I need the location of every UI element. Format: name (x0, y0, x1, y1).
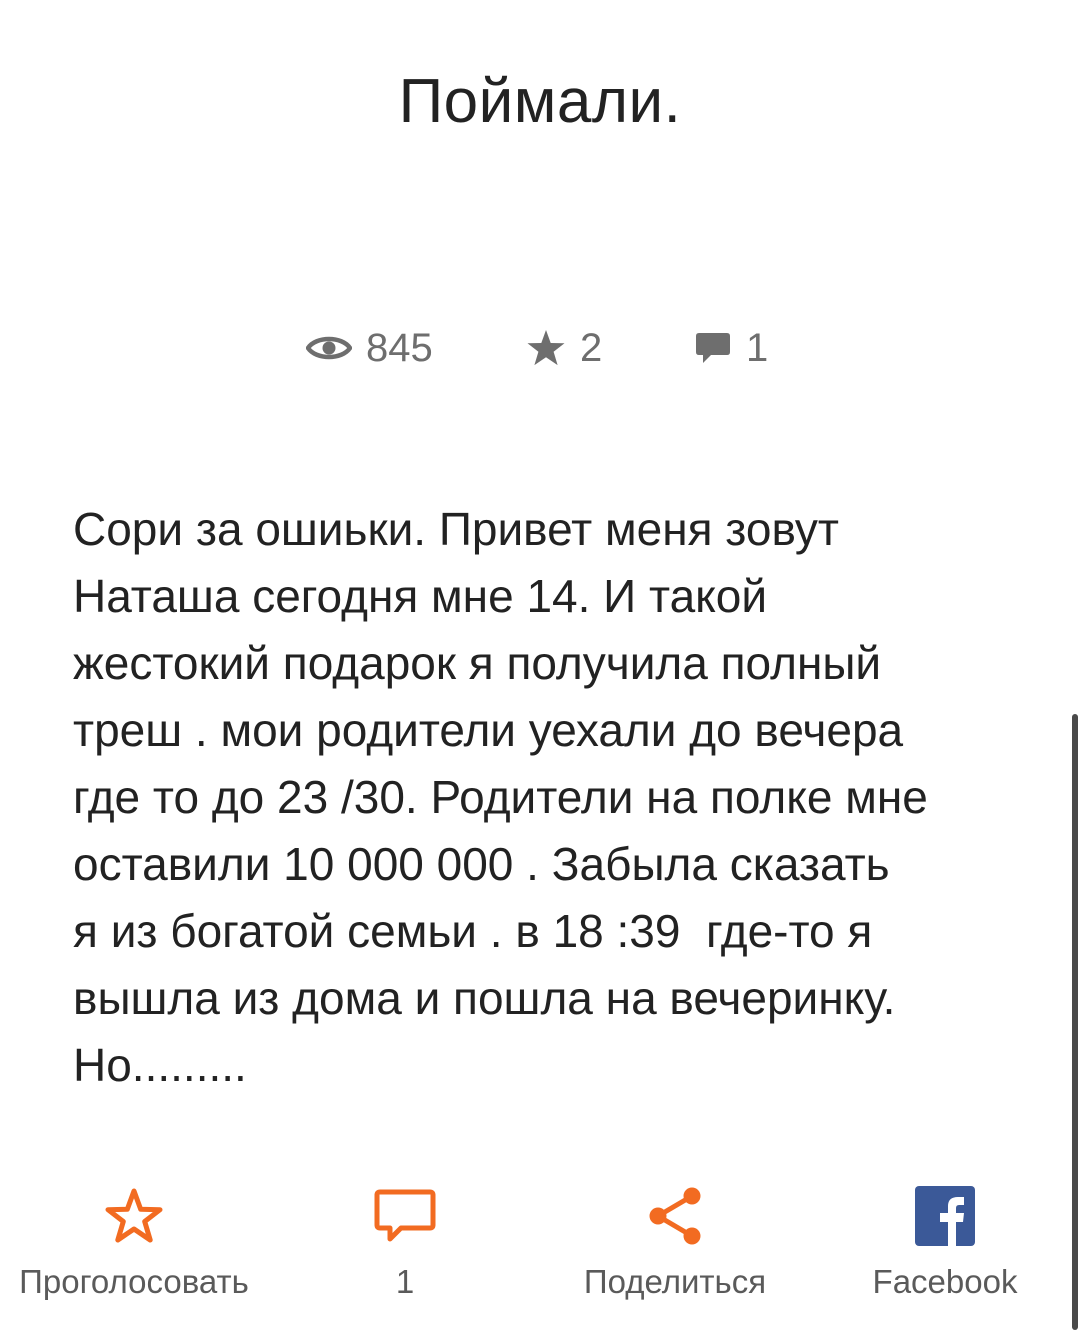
facebook-icon (915, 1185, 975, 1251)
views-stat: 845 (306, 318, 433, 378)
story-text: Сори за ошиьки. Привет меня зовут Наташа… (73, 503, 928, 1091)
star-outline-icon (104, 1187, 164, 1250)
action-bar: Проголосовать 1 Поделиться Facebook (0, 1180, 1080, 1330)
comment-outline-icon (374, 1188, 436, 1249)
comment-icon (694, 330, 732, 366)
stars-stat: 2 (526, 318, 602, 378)
comments-action-count: 1 (395, 1263, 415, 1300)
comments-count: 1 (746, 325, 769, 370)
views-count: 845 (366, 325, 433, 370)
vote-button[interactable]: Проголосовать (0, 1180, 268, 1302)
stars-count: 2 (580, 325, 603, 370)
comments-button[interactable]: 1 (340, 1180, 470, 1302)
vote-label: Проголосовать (19, 1263, 249, 1300)
facebook-button[interactable]: Facebook (855, 1180, 1035, 1302)
share-icon (646, 1185, 704, 1252)
star-icon (526, 329, 566, 367)
eye-icon (306, 333, 352, 363)
page-title: Поймали. (398, 67, 682, 136)
comments-stat: 1 (694, 318, 768, 378)
share-button[interactable]: Поделиться (560, 1180, 790, 1302)
facebook-label: Facebook (872, 1263, 1018, 1300)
share-label: Поделиться (583, 1263, 767, 1300)
post-stats: 845 2 1 (0, 318, 1080, 378)
